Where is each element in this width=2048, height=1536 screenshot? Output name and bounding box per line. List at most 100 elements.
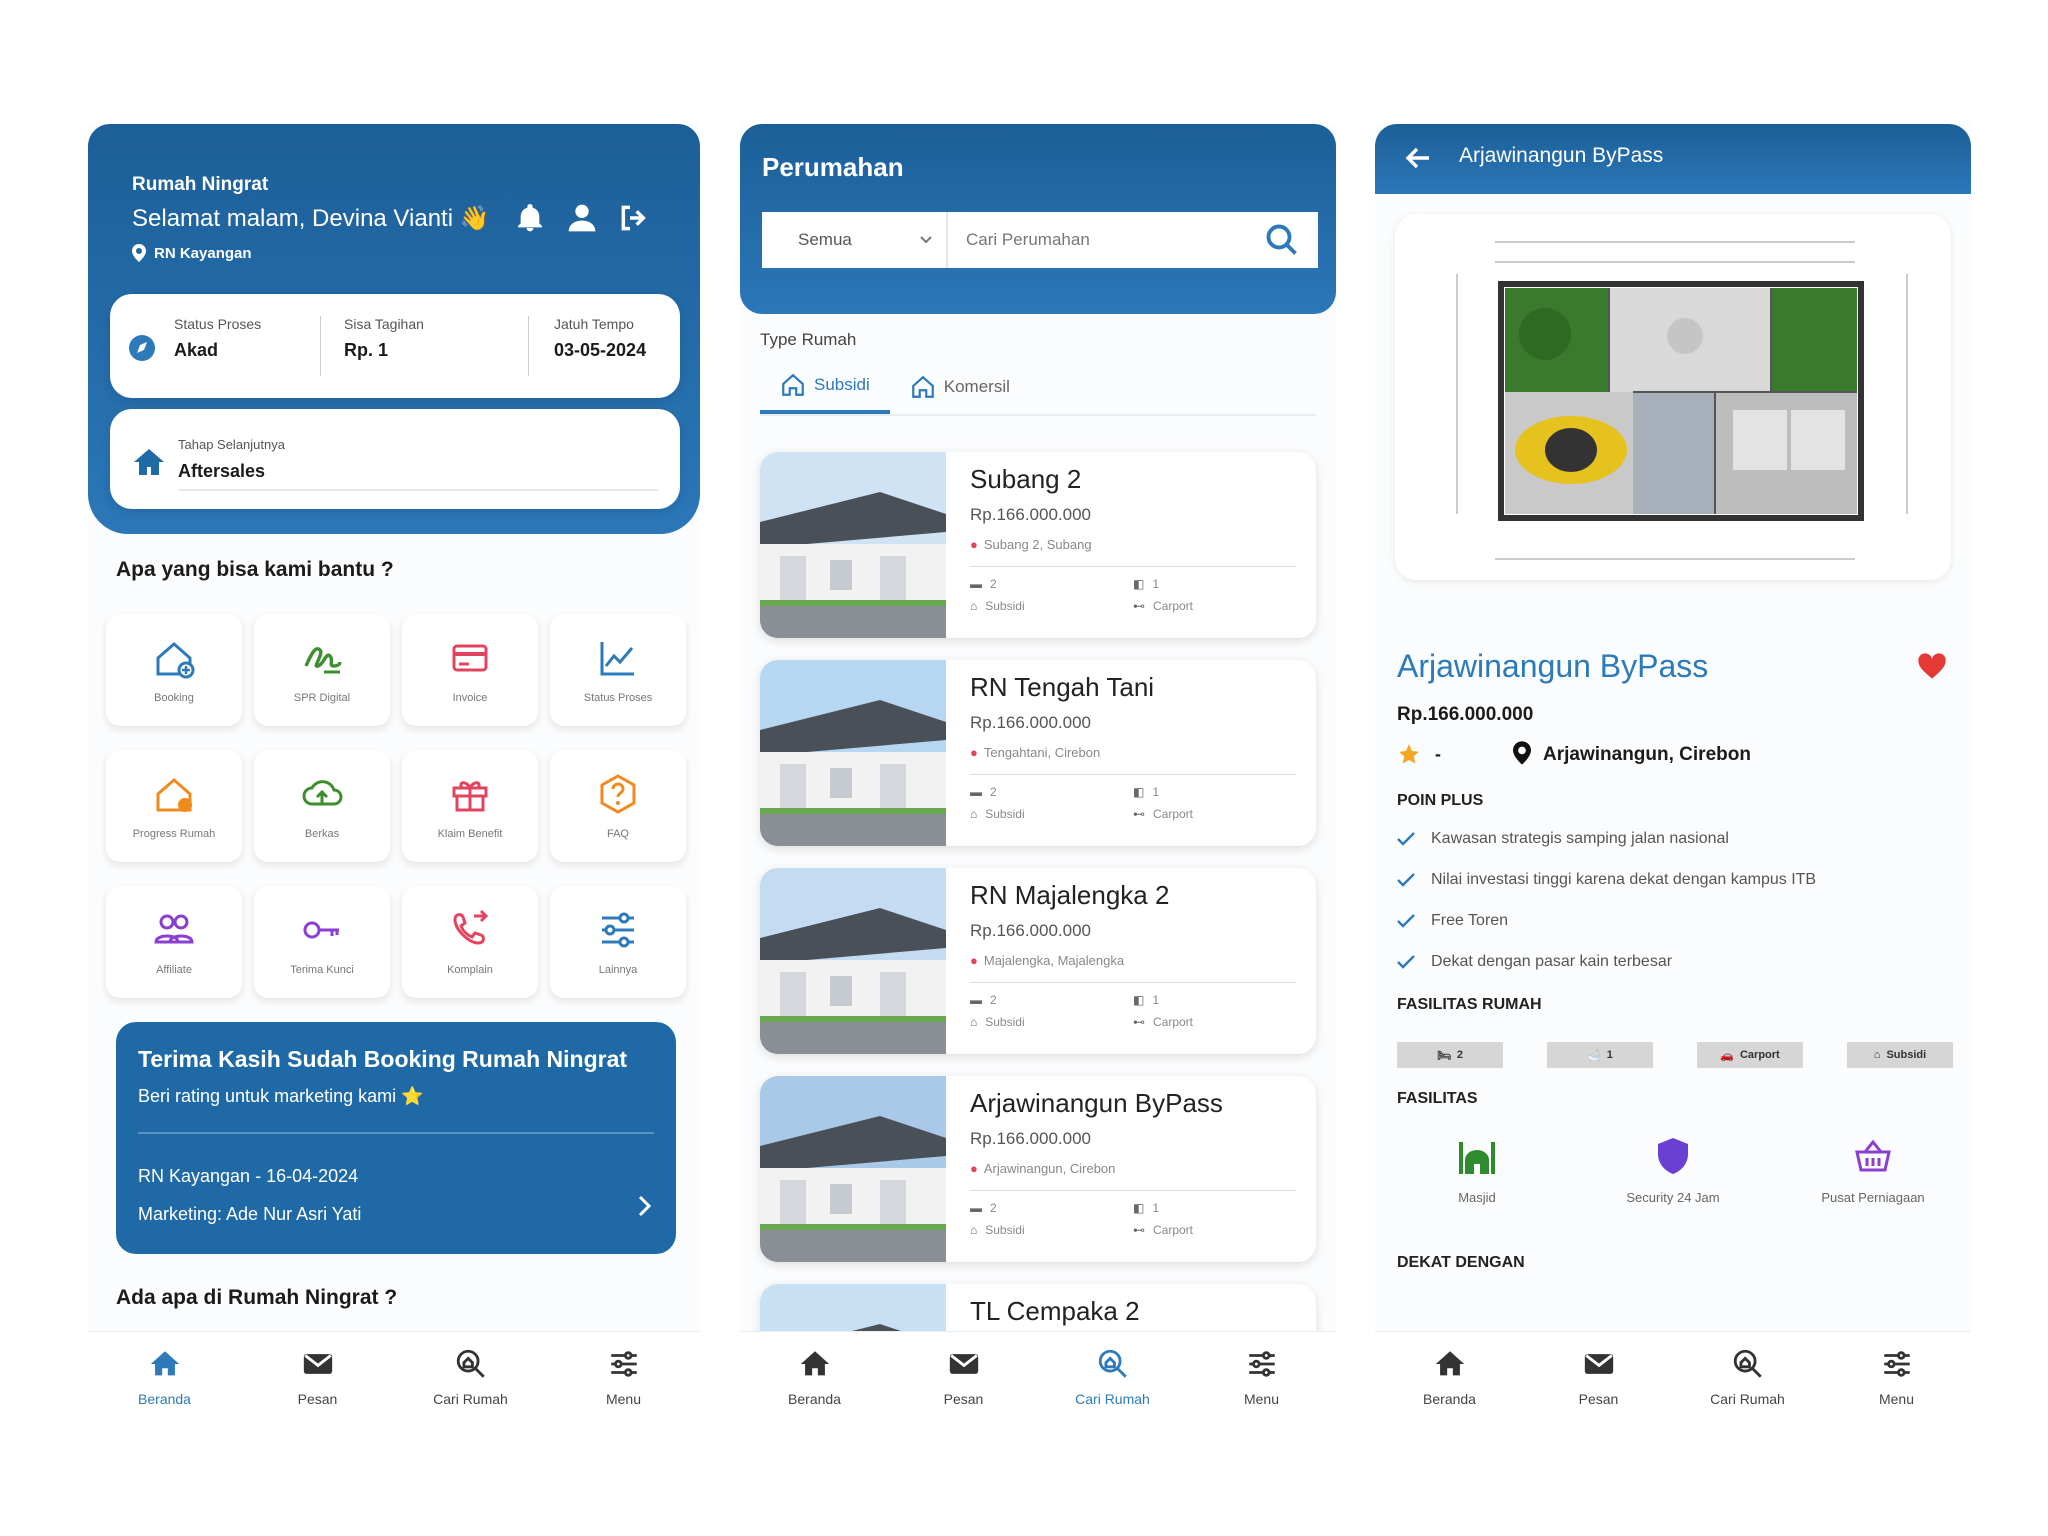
banner-line2: Marketing: Ade Nur Asri Yati <box>138 1204 362 1224</box>
chevron-down-icon <box>920 236 932 244</box>
nav-beranda[interactable]: Beranda <box>105 1347 225 1407</box>
pin-icon: ● <box>970 745 978 760</box>
spec-bath: ◧ 1 <box>1133 1201 1296 1215</box>
spec-type: ⌂ Subsidi <box>970 1223 1133 1237</box>
menu-tile-progress-rumah[interactable]: Progress Rumah <box>106 750 242 862</box>
nav-cari-rumah[interactable]: Cari Rumah <box>1688 1347 1808 1407</box>
type-select[interactable]: Semua <box>762 212 948 268</box>
location-label: RN Kayangan <box>132 244 252 262</box>
property-image <box>760 452 946 638</box>
menu-tile-label: Affiliate <box>156 964 192 976</box>
menu-tile-faq[interactable]: FAQ <box>550 750 686 862</box>
banner-line1: RN Kayangan - 16-04-2024 <box>138 1166 359 1186</box>
house-photo <box>760 1076 946 1262</box>
star-icon <box>1399 744 1419 764</box>
menu-tile-komplain[interactable]: Komplain <box>402 886 538 998</box>
nav-menu[interactable]: Menu <box>1202 1347 1322 1407</box>
property-card[interactable]: RN Majalengka 2 Rp.166.000.000 ● Majalengka… <box>760 868 1316 1054</box>
menu-tile-booking[interactable]: Booking <box>106 614 242 726</box>
menu-tile-label: Klaim Benefit <box>437 828 503 840</box>
pin-icon <box>1513 741 1531 765</box>
jatuh-tempo-value: 03-05-2024 <box>554 340 647 360</box>
app-name: Rumah Ningrat <box>132 174 269 195</box>
tab-subsidi[interactable]: Subsidi <box>760 360 890 414</box>
property-price: Rp.166.000.000 <box>970 713 1091 732</box>
chip-carport: 🚗 Carport <box>1697 1042 1803 1068</box>
property-specs: ▬ 2 ◧ 1 ⌂ Subsidi ⊷ Carport <box>970 993 1296 1029</box>
menu-tile-label: Lainnya <box>598 964 638 976</box>
menu-tile-klaim-benefit[interactable]: Klaim Benefit <box>402 750 538 862</box>
property-card[interactable]: Arjawinangun ByPass Rp.166.000.000 ● Arjawi… <box>760 1076 1316 1262</box>
next-step-card[interactable]: Tahap Selanjutnya Aftersales <box>110 409 680 509</box>
spec-bath: ◧ 1 <box>1133 993 1296 1007</box>
type-tabs: Subsidi Komersil <box>760 360 1316 416</box>
nav-pesan[interactable]: Pesan <box>1539 1347 1659 1407</box>
divider <box>970 1190 1296 1191</box>
house-outline-icon <box>782 373 804 396</box>
menu-tile-affiliate[interactable]: Affiliate <box>106 886 242 998</box>
tab-komersil[interactable]: Komersil <box>890 360 1030 414</box>
menu-tile-label: SPR Digital <box>293 692 351 704</box>
spec-parking: ⊷ Carport <box>1133 1223 1296 1237</box>
menu-tile-lainnya[interactable]: Lainnya <box>550 886 686 998</box>
user-icon[interactable] <box>566 202 598 234</box>
status-proses: Status Proses Akad <box>174 316 261 361</box>
cloud-upload-icon <box>302 780 343 806</box>
nav-menu[interactable]: Menu <box>564 1347 684 1407</box>
bath-icon: ◧ <box>1133 993 1145 1007</box>
poin-item: Free Toren <box>1397 912 1508 930</box>
sisa-tagihan-label: Sisa Tagihan <box>344 316 424 332</box>
property-price: Rp.166.000.000 <box>970 921 1091 940</box>
bed-icon: ▬ <box>970 577 982 591</box>
property-card[interactable]: RN Tengah Tani Rp.166.000.000 ● Tengahtani,… <box>760 660 1316 846</box>
poin-text: Free Toren <box>1431 912 1509 929</box>
nav-cari-rumah[interactable]: Cari Rumah <box>411 1347 531 1407</box>
property-location: ● Majalengka, Majalengka <box>970 953 1296 968</box>
property-info: RN Tengah Tani Rp.166.000.000 ● Tengahtani,… <box>970 672 1296 821</box>
car-icon: ⊷ <box>1133 1223 1145 1237</box>
chevron-right-icon[interactable] <box>636 1194 652 1218</box>
booking-banner[interactable]: Terima Kasih Sudah Booking Rumah Ningrat… <box>116 1022 676 1254</box>
search-input[interactable]: Cari Perumahan <box>948 230 1264 250</box>
poin-item: Nilai investasi tinggi karena dekat deng… <box>1397 871 1816 889</box>
sliders-icon <box>610 1350 637 1377</box>
signature-icon <box>304 647 342 674</box>
nav-pesan[interactable]: Pesan <box>258 1347 378 1407</box>
fasilitas-title: FASILITAS <box>1397 1090 1478 1107</box>
nav-beranda[interactable]: Beranda <box>755 1347 875 1407</box>
menu-tile-berkas[interactable]: Berkas <box>254 750 390 862</box>
logout-icon[interactable] <box>618 202 650 234</box>
search-icon[interactable] <box>1264 222 1300 258</box>
menu-tile-terima-kunci[interactable]: Terima Kunci <box>254 886 390 998</box>
nav-cari-rumah[interactable]: Cari Rumah <box>1053 1347 1173 1407</box>
spec-bed: ▬ 2 <box>970 1201 1133 1215</box>
bottom-nav: Beranda Pesan Cari Rumah Menu <box>740 1331 1336 1421</box>
chip-bath: 🛁 1 <box>1547 1042 1653 1068</box>
property-location: ● Subang 2, Subang <box>970 537 1296 552</box>
back-arrow-icon[interactable] <box>1405 146 1431 170</box>
poin-item: Dekat dengan pasar kain terbesar <box>1397 953 1672 971</box>
nav-beranda[interactable]: Beranda <box>1390 1347 1510 1407</box>
pin-icon: ● <box>970 1161 978 1176</box>
nav-label: Cari Rumah <box>433 1390 508 1407</box>
home-icon <box>150 1350 179 1375</box>
menu-tile-invoice[interactable]: Invoice <box>402 614 538 726</box>
type-label: Type Rumah <box>760 330 857 349</box>
property-price: Rp.166.000.000 <box>1397 704 1534 725</box>
property-card[interactable]: Subang 2 Rp.166.000.000 ● Subang 2, Subang ▬… <box>760 452 1316 638</box>
house-photo <box>760 452 946 638</box>
spec-type: ⌂ Subsidi <box>970 599 1133 613</box>
jatuh-tempo-label: Jatuh Tempo <box>554 316 634 332</box>
heart-icon[interactable] <box>1915 650 1949 680</box>
spec-value: Carport <box>1153 1223 1194 1237</box>
bell-icon[interactable] <box>514 202 546 234</box>
menu-tile-status-proses[interactable]: Status Proses <box>550 614 686 726</box>
chip-label: 2 <box>1456 1049 1464 1061</box>
search-bar: Semua Cari Perumahan <box>762 212 1318 268</box>
nav-pesan[interactable]: Pesan <box>904 1347 1024 1407</box>
menu-tile-spr-digital[interactable]: SPR Digital <box>254 614 390 726</box>
nav-menu[interactable]: Menu <box>1837 1347 1957 1407</box>
question-icon <box>600 774 636 814</box>
fasilitas-rumah-title: FASILITAS RUMAH <box>1397 996 1542 1013</box>
floor-plan-image[interactable] <box>1395 214 1951 580</box>
